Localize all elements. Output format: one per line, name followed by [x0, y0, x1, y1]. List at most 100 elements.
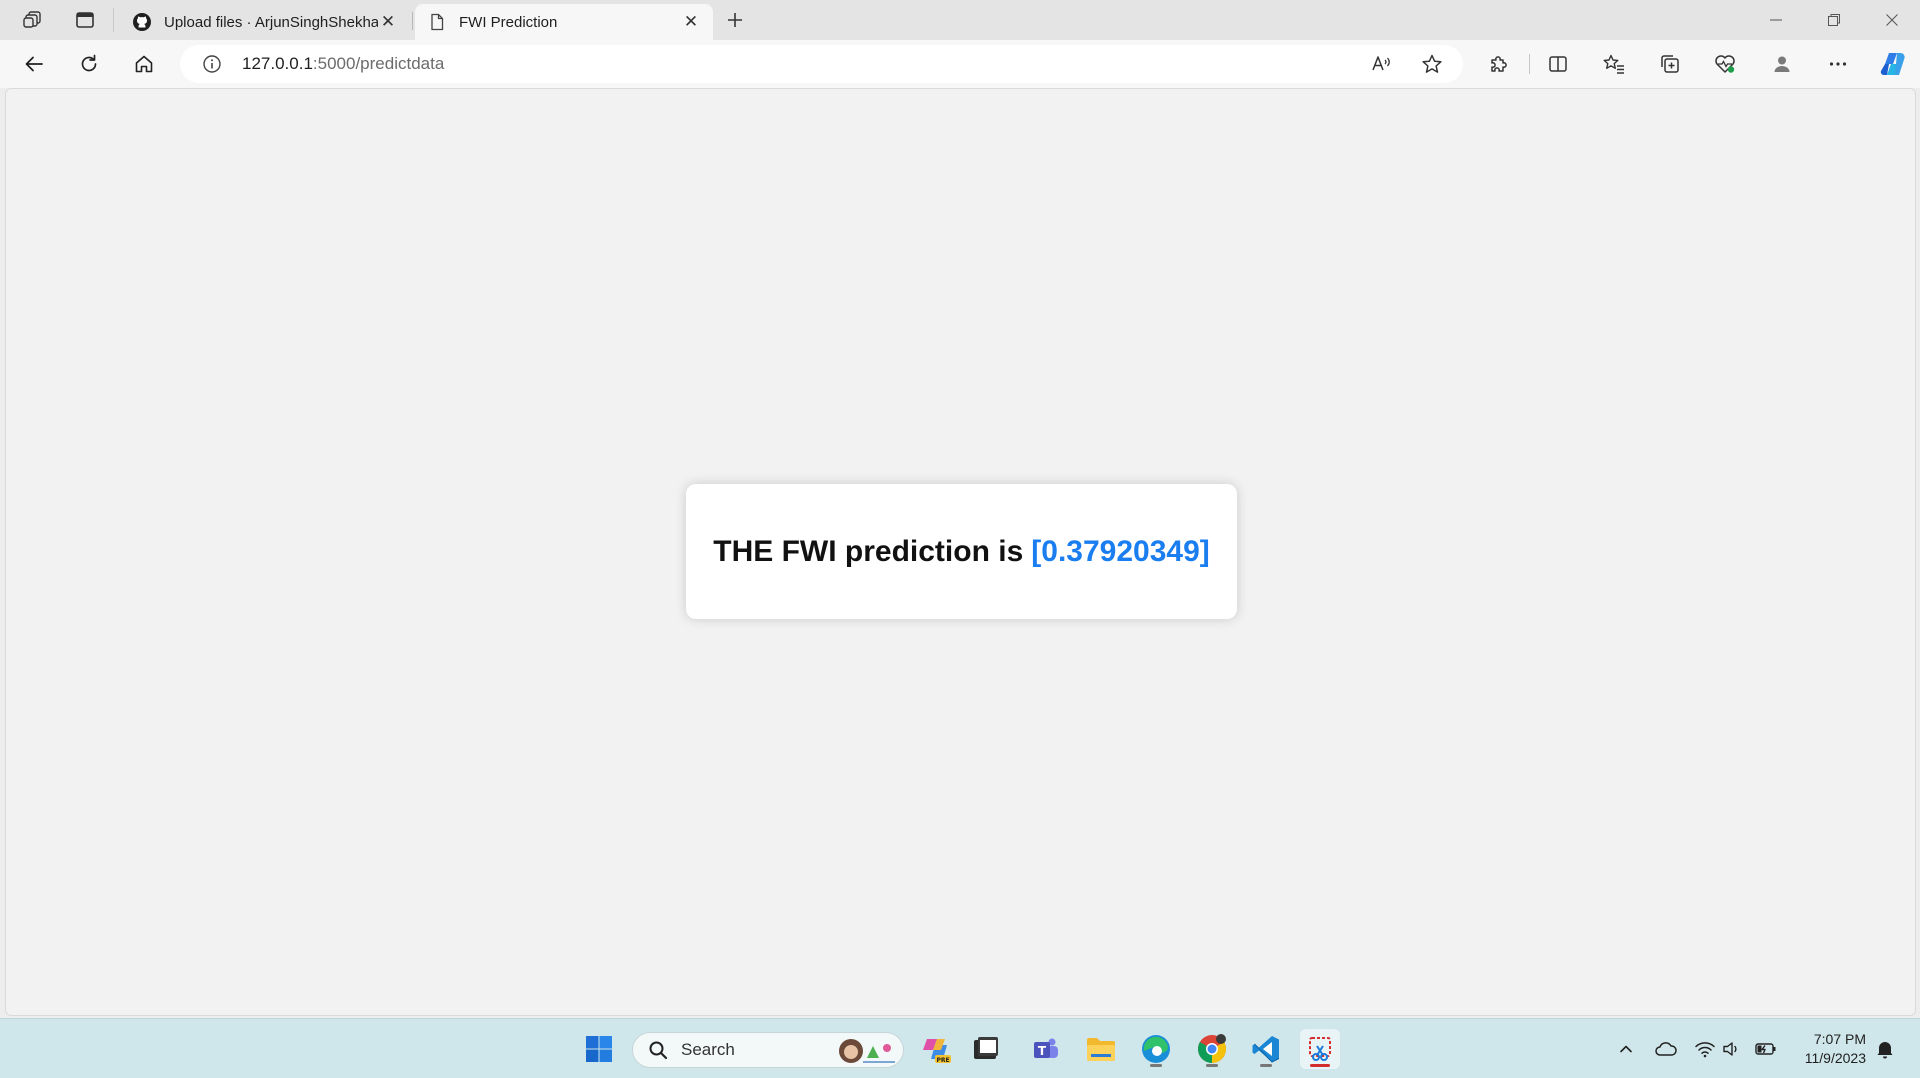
terminal-icon — [974, 1037, 998, 1059]
taskbar: Search PRE T 7:07 PM 11/9/2023 — [0, 1018, 1920, 1078]
back-button[interactable] — [16, 46, 52, 82]
tab-strip: Upload files · ArjunSinghShekhawat ✕ FWI… — [0, 0, 1920, 40]
search-label: Search — [681, 1040, 735, 1059]
running-indicator — [1310, 1064, 1330, 1067]
close-icon[interactable]: ✕ — [378, 12, 398, 32]
split-screen-button[interactable] — [1540, 46, 1576, 82]
vscode-icon — [1252, 1036, 1280, 1063]
favorite-button[interactable] — [1414, 46, 1450, 82]
address-bar[interactable]: 127.0.0.1:5000/predictdata — [180, 45, 1463, 83]
plus-icon — [728, 13, 742, 27]
wifi-tray-button[interactable] — [1693, 1037, 1717, 1061]
clock-time: 7:07 PM — [1813, 1031, 1866, 1047]
snipping-tool-icon — [1309, 1037, 1331, 1061]
start-button[interactable] — [579, 1029, 619, 1069]
minimize-button[interactable] — [1748, 0, 1804, 40]
toolbar-divider — [1529, 54, 1530, 74]
github-icon — [132, 12, 152, 32]
running-indicator — [1150, 1064, 1162, 1067]
copilot-button[interactable] — [1876, 46, 1912, 82]
chrome-icon — [1198, 1034, 1226, 1063]
profile-icon — [1774, 56, 1790, 72]
prediction-result: THE FWI prediction is [0.37920349] — [713, 535, 1210, 569]
tab-actions-icon — [76, 12, 94, 28]
speaker-icon — [1723, 1042, 1737, 1056]
onedrive-tray-button[interactable] — [1654, 1037, 1678, 1061]
teams-icon: T — [1034, 1038, 1058, 1058]
battery-charging-icon — [1755, 1043, 1776, 1055]
taskbar-app-edge[interactable] — [1136, 1029, 1176, 1069]
taskbar-app-teams[interactable]: T — [1026, 1029, 1066, 1069]
new-tab-button[interactable] — [720, 6, 750, 34]
tab-divider — [113, 8, 114, 32]
home-icon — [135, 55, 153, 73]
home-button[interactable] — [126, 46, 162, 82]
taskbar-search[interactable]: Search — [632, 1032, 904, 1068]
svg-text:PRE: PRE — [936, 1057, 949, 1064]
favorites-icon — [1603, 54, 1624, 74]
url-host: 127.0.0.1 — [242, 54, 313, 73]
volume-tray-button[interactable] — [1720, 1037, 1744, 1061]
restore-button[interactable] — [1806, 0, 1862, 40]
bell-icon — [1877, 1042, 1893, 1059]
chevron-up-icon — [1620, 1045, 1632, 1053]
refresh-button[interactable] — [71, 46, 107, 82]
star-icon — [1422, 54, 1442, 73]
taskbar-app-chrome[interactable] — [1192, 1029, 1232, 1069]
tab-fwi-prediction[interactable]: FWI Prediction ✕ — [415, 4, 713, 40]
favorites-button[interactable] — [1596, 46, 1632, 82]
workspaces-icon — [23, 11, 41, 28]
close-window-button[interactable] — [1864, 0, 1920, 40]
cloud-icon — [1655, 1042, 1677, 1056]
settings-menu-button[interactable] — [1820, 46, 1856, 82]
folder-icon — [1087, 1038, 1115, 1061]
info-icon[interactable] — [200, 52, 224, 76]
read-aloud-button[interactable] — [1364, 46, 1400, 82]
tab-title: Upload files · ArjunSinghShekhawat — [164, 13, 378, 31]
tab-divider — [412, 12, 413, 30]
taskbar-app-terminal[interactable] — [966, 1029, 1006, 1069]
browser-essentials-button[interactable] — [1707, 46, 1743, 82]
browser-toolbar: 127.0.0.1:5000/predictdata — [0, 40, 1920, 88]
heart-pulse-icon — [1715, 55, 1735, 73]
workspaces-button[interactable] — [16, 6, 50, 34]
copilot-icon — [1880, 53, 1905, 75]
svg-text:T: T — [1038, 1044, 1047, 1058]
page-icon — [427, 12, 447, 32]
collections-icon — [1661, 55, 1679, 73]
taskbar-clock[interactable]: 7:07 PM 11/9/2023 — [1790, 1030, 1866, 1068]
tab-actions-button[interactable] — [68, 6, 102, 34]
prediction-value: [0.37920349] — [1031, 534, 1210, 568]
prediction-result-card: THE FWI prediction is [0.37920349] — [686, 484, 1237, 619]
tab-title: FWI Prediction — [459, 13, 558, 31]
taskbar-app-file-explorer[interactable] — [1081, 1029, 1121, 1069]
restore-icon — [1828, 14, 1840, 26]
extensions-button[interactable] — [1481, 46, 1517, 82]
wifi-icon — [1695, 1042, 1715, 1058]
search-icon — [647, 1039, 669, 1061]
edge-icon — [1142, 1035, 1170, 1063]
running-indicator — [1260, 1064, 1272, 1067]
url-text[interactable]: 127.0.0.1:5000/predictdata — [242, 54, 444, 74]
battery-tray-button[interactable] — [1754, 1037, 1778, 1061]
tab-upload-files[interactable]: Upload files · ArjunSinghShekhawat ✕ — [120, 4, 410, 40]
close-icon — [1886, 14, 1898, 26]
prediction-label: THE FWI prediction is — [713, 534, 1024, 568]
read-aloud-icon — [1372, 56, 1390, 71]
windows-logo-icon — [586, 1036, 612, 1062]
taskbar-app-copilot-preview[interactable]: PRE — [917, 1029, 957, 1069]
url-path: :5000/predictdata — [312, 54, 445, 73]
close-icon[interactable]: ✕ — [681, 12, 701, 32]
page-viewport: THE FWI prediction is [0.37920349] — [5, 88, 1916, 1016]
copilot-preview-icon: PRE — [923, 1039, 951, 1064]
taskbar-app-vscode[interactable] — [1246, 1029, 1286, 1069]
search-highlight-illustration — [839, 1039, 895, 1063]
profile-button[interactable] — [1764, 46, 1800, 82]
running-indicator — [1206, 1064, 1218, 1067]
notifications-button[interactable] — [1873, 1037, 1897, 1061]
taskbar-app-snipping-tool[interactable] — [1300, 1029, 1340, 1069]
show-hidden-icons-button[interactable] — [1614, 1037, 1638, 1061]
more-icon — [1829, 62, 1847, 66]
back-arrow-icon — [25, 56, 43, 72]
collections-button[interactable] — [1652, 46, 1688, 82]
